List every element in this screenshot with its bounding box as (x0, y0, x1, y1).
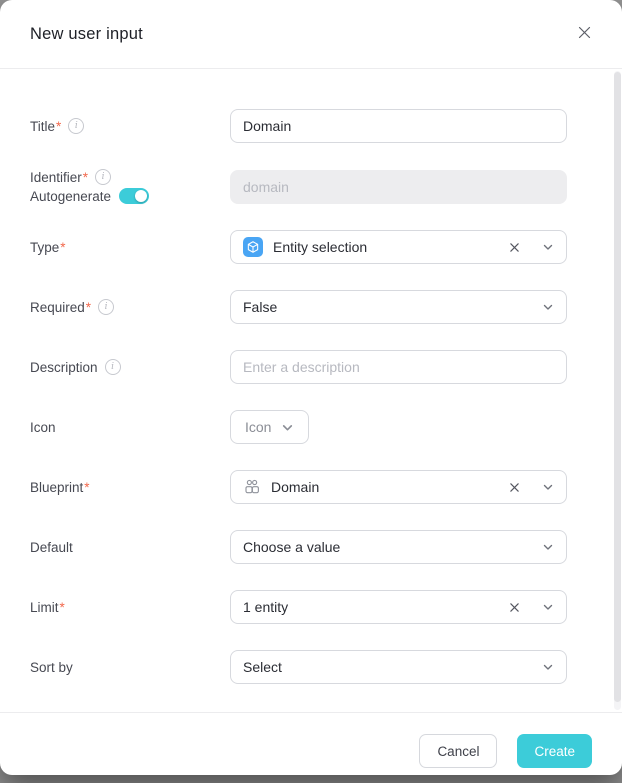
form-row-required: Required* i False (30, 290, 622, 324)
limit-select[interactable]: 1 entity (230, 590, 567, 624)
required-label: Required* i (30, 299, 230, 315)
info-icon[interactable]: i (95, 169, 111, 185)
info-icon[interactable]: i (105, 359, 121, 375)
form-row-limit: Limit* 1 entity (30, 590, 622, 624)
form-row-type: Type* Entity selection (30, 230, 622, 264)
required-mark: * (56, 119, 61, 134)
two-users-icon (243, 478, 261, 496)
autogenerate-toggle[interactable] (119, 188, 149, 204)
autogenerate-label: Autogenerate (30, 189, 111, 204)
identifier-input (230, 170, 567, 204)
form-row-identifier: Identifier* i Autogenerate (30, 169, 622, 204)
form-row-blueprint: Blueprint* Domain (30, 470, 622, 504)
cancel-button[interactable]: Cancel (419, 734, 497, 768)
entity-cube-icon (243, 237, 263, 257)
identifier-label: Identifier* i (30, 169, 230, 185)
form-row-description: Description i (30, 350, 622, 384)
sort-by-select[interactable]: Select (230, 650, 567, 684)
required-mark: * (60, 600, 65, 615)
chevron-down-icon (542, 661, 554, 673)
limit-label: Limit* (30, 600, 230, 615)
close-button[interactable] (573, 21, 596, 47)
sort-by-label: Sort by (30, 660, 230, 675)
sort-by-value: Select (243, 659, 542, 675)
default-value: Choose a value (243, 539, 542, 555)
type-value: Entity selection (273, 239, 507, 255)
limit-value: 1 entity (243, 599, 507, 615)
required-mark: * (83, 170, 88, 185)
icon-select[interactable]: Icon (230, 410, 309, 444)
scrollbar-track[interactable] (614, 71, 621, 710)
modal-footer: Cancel Create (0, 712, 622, 775)
default-select[interactable]: Choose a value (230, 530, 567, 564)
modal-title: New user input (30, 25, 143, 44)
create-button[interactable]: Create (517, 734, 592, 768)
chevron-down-icon (542, 481, 554, 493)
new-user-input-modal: New user input Title* i Identifier* (0, 0, 622, 775)
modal-body: Title* i Identifier* i Autogenerate (0, 69, 622, 712)
icon-value: Icon (245, 419, 271, 435)
required-mark: * (84, 480, 89, 495)
title-input[interactable] (230, 109, 567, 143)
required-mark: * (60, 240, 65, 255)
required-select[interactable]: False (230, 290, 567, 324)
toggle-knob (135, 190, 147, 202)
title-label: Title* i (30, 118, 230, 134)
blueprint-value: Domain (271, 479, 507, 495)
icon-label: Icon (30, 420, 230, 435)
description-label: Description i (30, 359, 230, 375)
required-value: False (243, 299, 542, 315)
chevron-down-icon (542, 241, 554, 253)
chevron-down-icon (542, 601, 554, 613)
info-icon[interactable]: i (98, 299, 114, 315)
clear-icon[interactable] (507, 600, 522, 615)
clear-icon[interactable] (507, 240, 522, 255)
form-row-icon: Icon Icon (30, 410, 622, 444)
scrollbar-thumb[interactable] (614, 72, 621, 702)
chevron-down-icon (542, 541, 554, 553)
blueprint-select[interactable]: Domain (230, 470, 567, 504)
form-row-sort-by: Sort by Select (30, 650, 622, 684)
blueprint-label: Blueprint* (30, 480, 230, 495)
type-label: Type* (30, 240, 230, 255)
chevron-down-icon (281, 421, 294, 434)
description-input[interactable] (230, 350, 567, 384)
clear-icon[interactable] (507, 480, 522, 495)
form-row-default: Default Choose a value (30, 530, 622, 564)
default-label: Default (30, 540, 230, 555)
autogenerate-row: Autogenerate (30, 188, 230, 204)
info-icon[interactable]: i (68, 118, 84, 134)
modal-header: New user input (0, 0, 622, 69)
type-select[interactable]: Entity selection (230, 230, 567, 264)
close-icon (577, 25, 592, 43)
required-mark: * (86, 300, 91, 315)
chevron-down-icon (542, 301, 554, 313)
form-row-title: Title* i (30, 109, 622, 143)
